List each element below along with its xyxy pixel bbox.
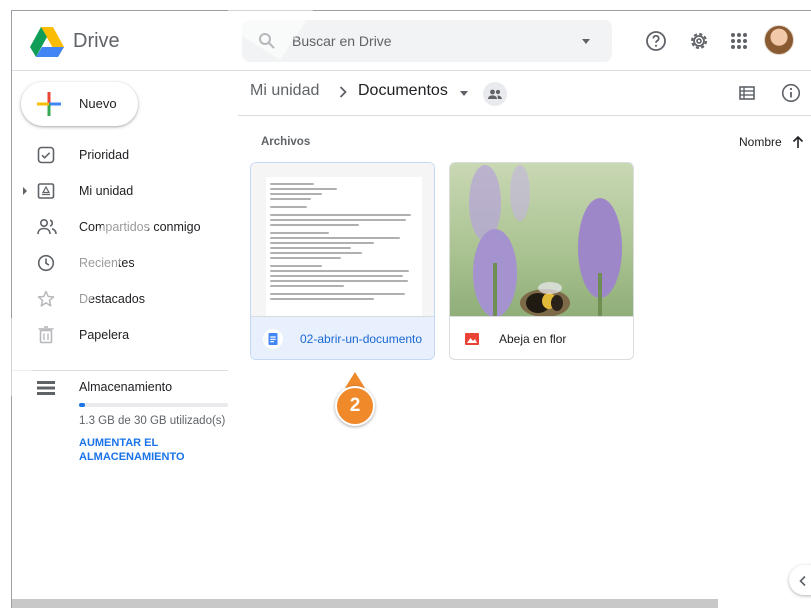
sidebar-item-label: Prioridad [79, 148, 130, 162]
sidebar-item-prioridad[interactable]: Prioridad [12, 137, 238, 173]
storage-usage-text: 1.3 GB de 30 GB utilizado(s) [79, 415, 226, 427]
search-box[interactable] [242, 20, 612, 62]
image-file-icon [462, 329, 482, 349]
sidebar-item-compartidos[interactable]: Compartidos conmigo [12, 209, 238, 245]
sidebar-item-label: Papelera [79, 328, 130, 342]
storage-usage-bar [79, 403, 228, 407]
sort-arrow-up-icon[interactable] [792, 135, 804, 154]
settings-gear-icon[interactable] [687, 29, 711, 53]
sidebar-item-papelera[interactable]: Papelera [12, 317, 238, 353]
plus-icon [37, 92, 61, 121]
side-panel-toggle[interactable] [789, 565, 811, 595]
sidebar-item-mi-unidad[interactable]: Mi unidad [12, 173, 238, 209]
star-icon [37, 290, 55, 308]
search-icon[interactable] [258, 32, 276, 55]
document-page-preview [266, 177, 422, 316]
drive-logo-icon[interactable] [30, 27, 64, 62]
sidebar-nav: Prioridad Mi unidad Compartidos conmigo … [12, 137, 238, 353]
file-name: 02-abrir-un-documento [300, 332, 423, 346]
apps-grid-icon[interactable] [727, 29, 751, 53]
horizontal-scrollbar[interactable] [12, 599, 718, 608]
people-icon [37, 218, 57, 236]
document-thumbnail [251, 163, 434, 316]
list-view-icon[interactable] [738, 84, 756, 107]
sidebar-item-destacados[interactable]: Destacados [12, 281, 238, 317]
account-avatar[interactable] [764, 25, 794, 55]
image-thumbnail [450, 163, 633, 317]
storage-title: Almacenamiento [79, 380, 173, 394]
file-card-footer: Abeja en flor [450, 316, 633, 359]
sidebar-divider [12, 370, 228, 371]
file-card-footer: 02-abrir-un-documento [251, 316, 434, 359]
drive-folder-icon [37, 182, 55, 200]
app-name[interactable]: Drive [73, 30, 120, 53]
breadcrumb-current-folder[interactable]: Documentos [358, 82, 448, 100]
chevron-right-icon [338, 85, 348, 104]
storage-icon [37, 381, 55, 400]
sidebar-item-label: Destacados [79, 292, 146, 306]
drive-window: Drive Buscar en Drive Nuevo Prioridad Mi… [11, 10, 811, 608]
sidebar-item-recientes[interactable]: Recientes [12, 245, 238, 281]
new-button[interactable]: Nuevo [21, 82, 138, 126]
sidebar-item-label: Mi unidad [79, 184, 134, 198]
help-icon[interactable] [644, 29, 668, 53]
folder-menu-caret-icon[interactable] [460, 91, 468, 96]
file-card-image[interactable]: Abeja en flor [449, 162, 634, 360]
upgrade-storage-link[interactable]: AUMENTAR EL ALMACENAMIENTO [79, 436, 219, 464]
file-name: Abeja en flor [499, 332, 567, 346]
new-button-label: Nuevo [79, 96, 117, 111]
check-square-icon [37, 146, 55, 164]
info-icon[interactable] [781, 83, 801, 108]
clock-icon [37, 254, 55, 272]
search-options-icon[interactable] [582, 39, 590, 44]
sidebar-item-label: Compartidos conmigo [79, 220, 201, 234]
google-docs-icon [263, 329, 283, 349]
breadcrumb-root[interactable]: Mi unidad [250, 82, 319, 100]
file-card-document[interactable]: 02-abrir-un-documento [250, 162, 435, 360]
step-callout-badge: 2 [335, 386, 375, 426]
sidebar-item-label: Recientes [79, 256, 135, 270]
expand-arrow-icon[interactable] [23, 187, 27, 195]
shared-folder-people-icon[interactable] [483, 82, 507, 106]
storage-usage-fill [79, 403, 86, 407]
trash-icon [37, 326, 55, 344]
search-input[interactable] [292, 20, 562, 62]
files-section-label: Archivos [261, 136, 311, 148]
main-toolbar: Mi unidad Documentos [238, 71, 811, 116]
chevron-left-icon [798, 574, 808, 592]
top-bar: Drive [12, 11, 811, 71]
sort-by-name-button[interactable]: Nombre [739, 135, 782, 149]
